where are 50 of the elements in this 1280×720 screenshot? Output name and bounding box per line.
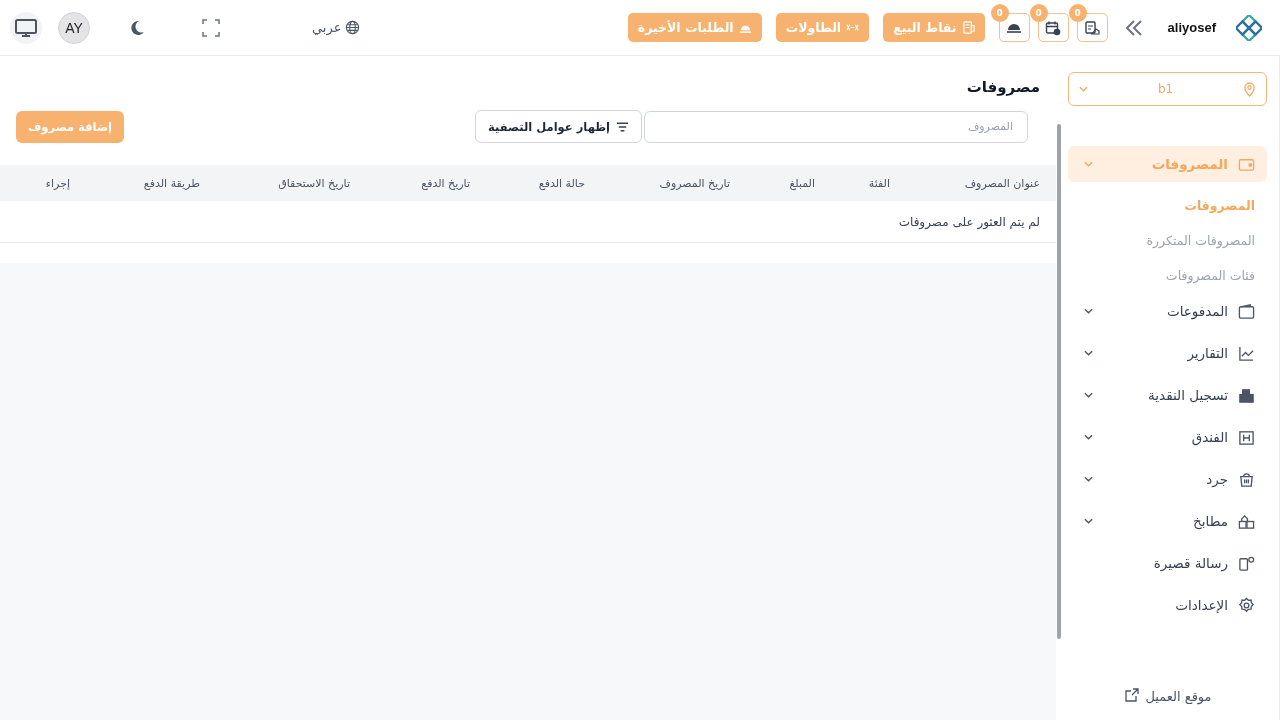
folder-icon: [1238, 302, 1255, 320]
count-badge: 0: [1068, 4, 1087, 22]
nav-item[interactable]: رسالة قصيرة: [1068, 545, 1267, 581]
column-header: تاريخ الاستحقاق: [277, 176, 350, 190]
location-pin-icon: [1243, 81, 1256, 97]
nav-item[interactable]: التقارير: [1068, 335, 1267, 371]
count-badge: 0: [1029, 4, 1048, 22]
empty-message: لم يتم العثور على مصروفات: [898, 214, 1040, 229]
brand-name: aliyosef: [1167, 20, 1216, 35]
chevron-down-icon: [1079, 86, 1088, 92]
column-header: عنوان المصروف: [963, 176, 1040, 190]
hotel-icon: [1238, 428, 1255, 446]
nav-item[interactable]: جرد: [1068, 461, 1267, 497]
monitor-icon: [15, 17, 37, 38]
moon-icon[interactable]: [128, 18, 146, 37]
nav-item[interactable]: مطابخ: [1068, 503, 1267, 539]
search-field[interactable]: المصروف: [644, 110, 1028, 143]
kitchen-icon: [1238, 512, 1255, 530]
globe-icon: [345, 20, 361, 35]
column-header: تاريخ الدفع: [420, 176, 470, 190]
column-header: إجراء: [44, 176, 70, 190]
scrollbar[interactable]: [1057, 124, 1061, 639]
phone-message-icon: [1238, 554, 1255, 572]
monitor-button[interactable]: [10, 11, 42, 44]
filter-button[interactable]: إظهار عوامل التصفية: [475, 110, 642, 143]
column-header: طريقة الدفع: [142, 176, 200, 190]
logo: [1236, 14, 1262, 41]
column-header: تاريخ المصروف: [658, 176, 730, 190]
external-link-icon: [1123, 688, 1140, 704]
fullscreen-icon[interactable]: [202, 18, 220, 37]
column-header: حالة الدفع: [537, 176, 585, 190]
count-badge: 0: [990, 4, 1009, 22]
user-avatar[interactable]: AY: [58, 11, 90, 44]
collapse-icon[interactable]: [1123, 17, 1144, 38]
client-site-link[interactable]: موقع العميل: [1123, 688, 1212, 704]
page-title: مصروفات: [965, 78, 1040, 96]
nav-item[interactable]: الفندق: [1068, 419, 1267, 455]
column-header: الفئة: [867, 176, 890, 190]
calendar-icon: [1045, 19, 1062, 36]
basket-icon: [1238, 470, 1255, 488]
nav-item[interactable]: الإعدادات: [1068, 587, 1267, 623]
filter-icon: [616, 121, 629, 132]
language-button[interactable]: عربي: [312, 20, 361, 35]
chart-icon: [1238, 344, 1255, 362]
cash-register-icon: [1238, 386, 1255, 404]
document-icon: [1084, 19, 1101, 36]
nav-item[interactable]: تسجيل النقدية: [1068, 377, 1267, 413]
nav-item[interactable]: المدفوعات: [1068, 293, 1267, 329]
gear-icon: [1238, 596, 1255, 614]
column-header: المبلغ: [788, 176, 815, 190]
